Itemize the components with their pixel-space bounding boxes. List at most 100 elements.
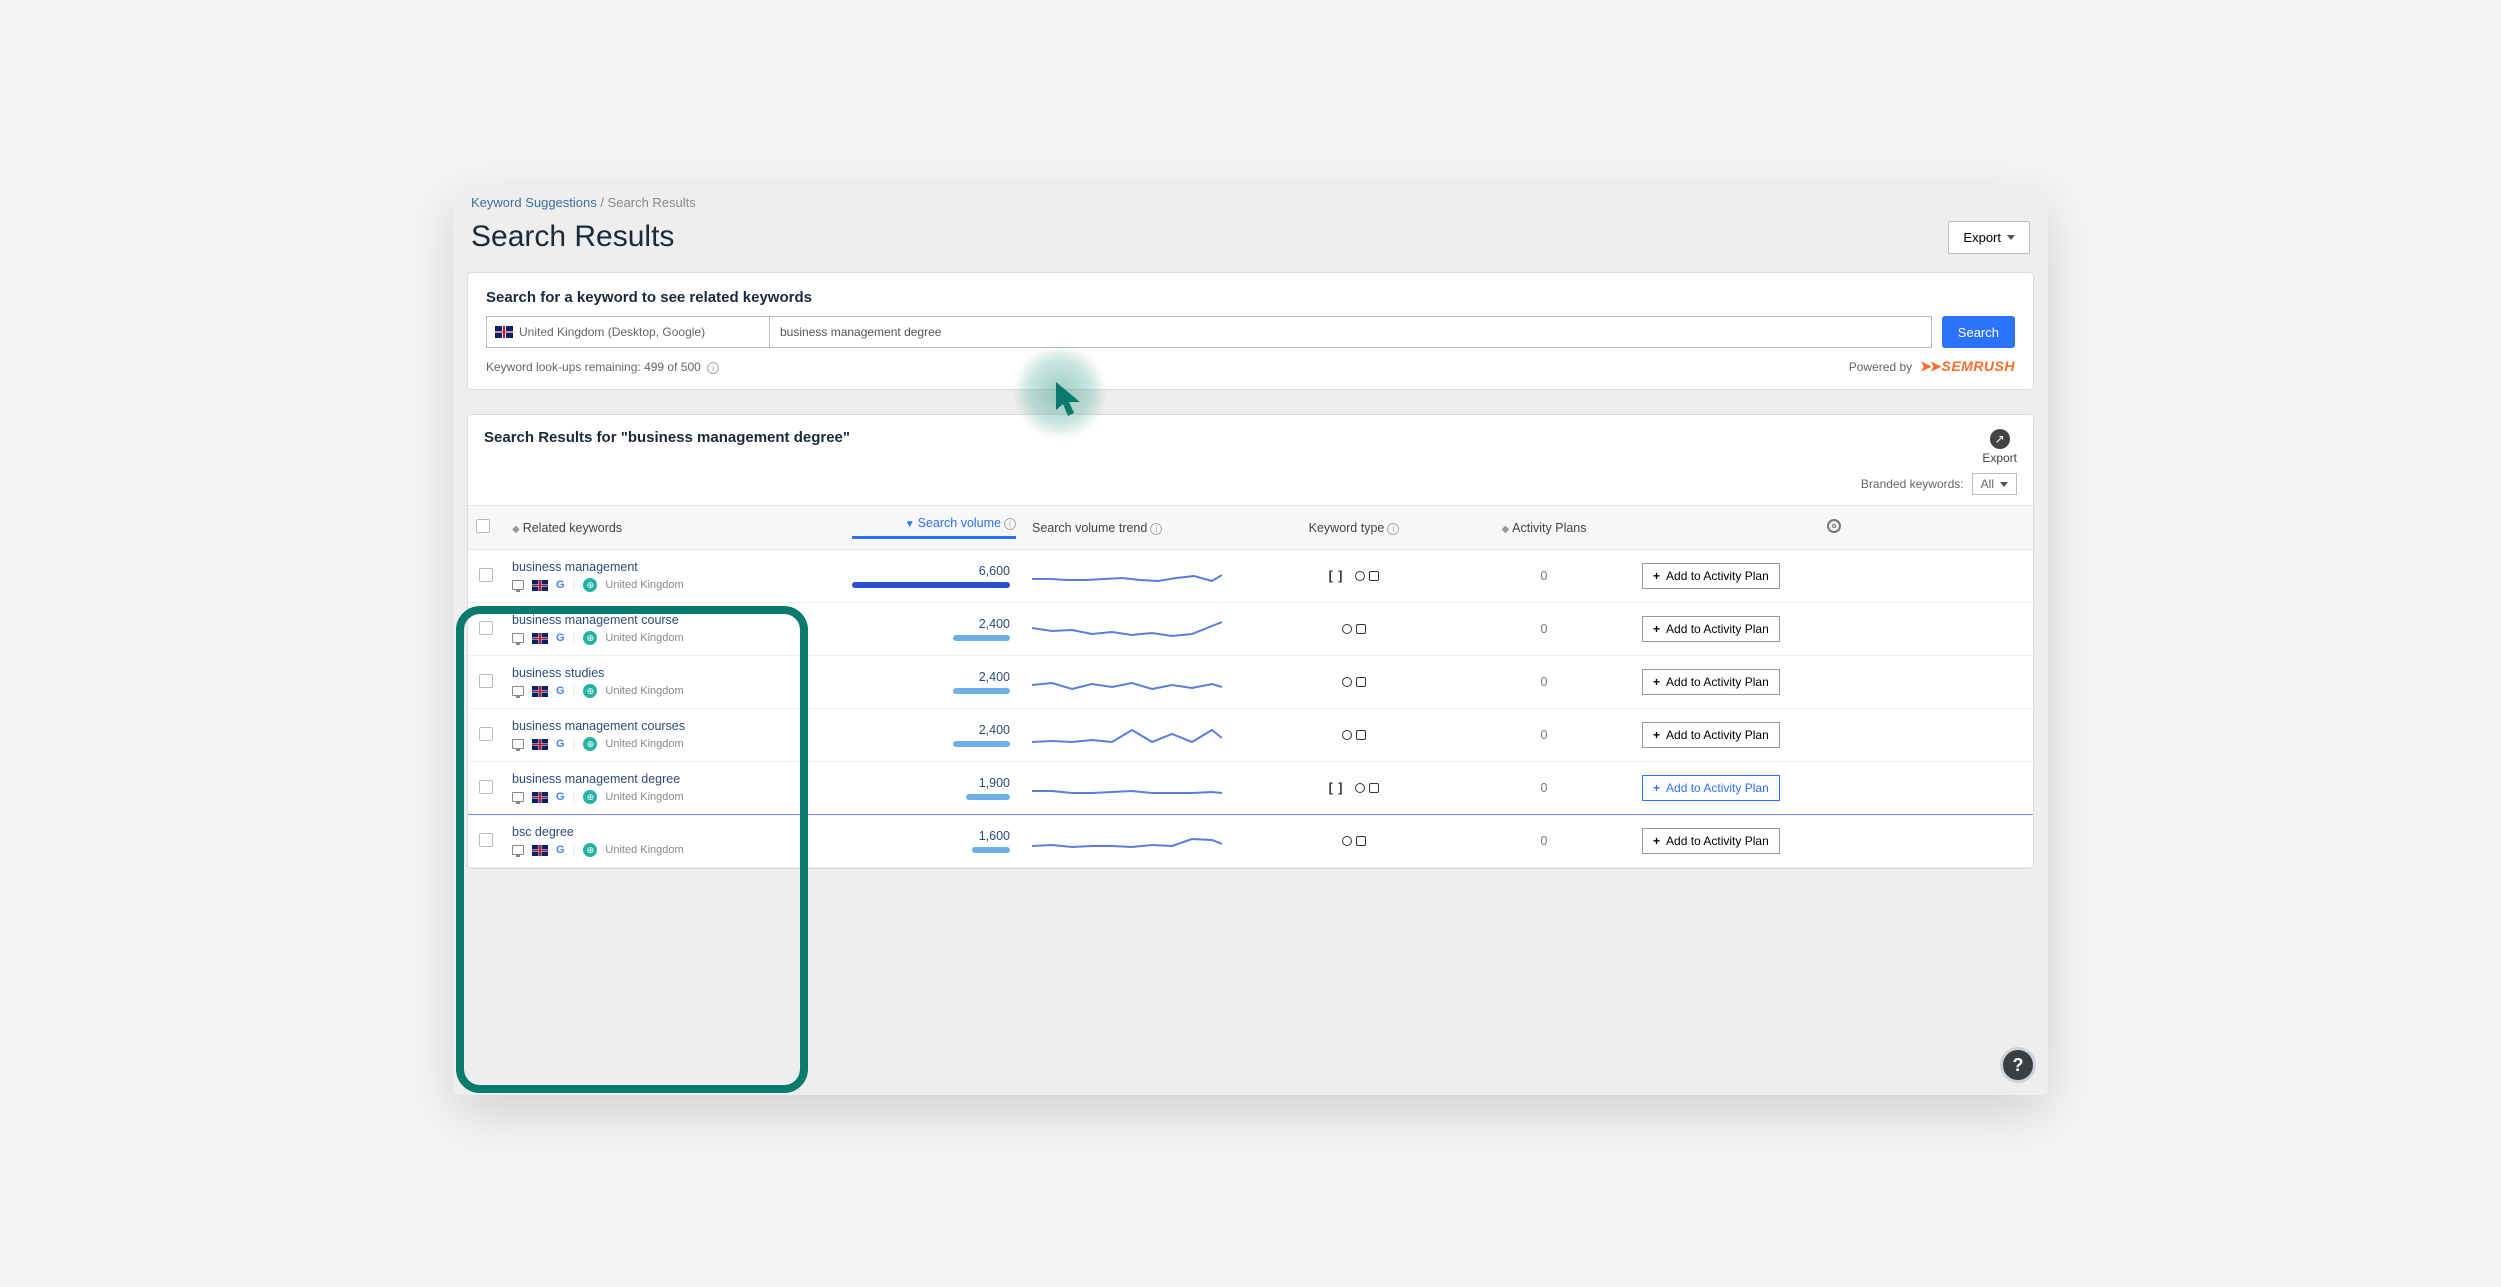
shapes-icon [1342, 730, 1366, 740]
keyword-name[interactable]: business management courses [512, 719, 836, 733]
keyword-input[interactable] [770, 316, 1932, 348]
add-to-plan-button[interactable]: +Add to Activity Plan [1642, 563, 1780, 589]
table-body: business managementG|⊕United Kingdom6,60… [468, 550, 2033, 868]
keyword-cell[interactable]: business management courseG|⊕United King… [504, 603, 844, 656]
table-head: ◆Related keywords ▼Search volumei Search… [468, 506, 2033, 550]
info-icon[interactable]: i [1387, 523, 1399, 535]
breadcrumb-parent[interactable]: Keyword Suggestions [471, 195, 597, 210]
row-checkbox[interactable] [479, 674, 493, 688]
trend-cell [1024, 656, 1254, 709]
results-head: Search Results for "business management … [468, 429, 2033, 471]
keyword-name[interactable]: business management degree [512, 772, 836, 786]
country-label: United Kingdom [605, 738, 683, 750]
globe-icon: ⊕ [583, 578, 597, 592]
breadcrumb: Keyword Suggestions / Search Results [471, 195, 2030, 210]
keyword-name[interactable]: business management [512, 560, 836, 574]
powered-label: Powered by [1849, 360, 1912, 374]
keyword-cell[interactable]: business management coursesG|⊕United Kin… [504, 709, 844, 762]
globe-icon: ⊕ [583, 790, 597, 804]
info-icon[interactable]: i [1004, 518, 1016, 530]
info-icon[interactable]: i [1150, 523, 1162, 535]
plus-icon: + [1653, 622, 1660, 636]
row-checkbox[interactable] [479, 727, 493, 741]
keyword-name[interactable]: business management course [512, 613, 836, 627]
keyword-cell[interactable]: business studies G|⊕United Kingdom [504, 656, 844, 709]
col-related[interactable]: ◆Related keywords [504, 506, 844, 550]
trend-cell [1024, 603, 1254, 656]
col-volume[interactable]: ▼Search volumei [844, 506, 1024, 550]
add-to-plan-button[interactable]: + Add to Activity Plan [1642, 616, 1780, 642]
add-to-plan-button[interactable]: +Add to Activity Plan [1642, 669, 1780, 695]
volume-bar [972, 847, 1010, 853]
keyword-cell[interactable]: business management degreeG|⊕United King… [504, 762, 844, 815]
keyword-meta: G|⊕United Kingdom [512, 684, 836, 698]
col-settings[interactable] [1634, 506, 2033, 550]
col-type[interactable]: Keyword typei [1254, 506, 1454, 550]
plans-cell: 0 [1454, 709, 1634, 762]
action-cell: +Add to Activity Plan [1634, 762, 2033, 815]
google-icon: G [556, 579, 565, 591]
add-to-plan-button[interactable]: + Add to Activity Plan [1642, 722, 1780, 748]
action-cell: + Add to Activity Plan [1634, 603, 2033, 656]
table-row: business management degreeG|⊕United King… [468, 762, 2033, 815]
lookups-text: Keyword look-ups remaining: 499 of 500 [486, 360, 701, 374]
shapes-icon [1355, 571, 1379, 581]
plus-icon: + [1653, 781, 1660, 795]
col-checkbox[interactable] [468, 506, 504, 550]
type-cell [1254, 603, 1454, 656]
info-icon[interactable]: i [707, 362, 719, 374]
keyword-cell[interactable]: bsc degreeG|⊕United Kingdom [504, 815, 844, 868]
add-label: Add to Activity Plan [1666, 728, 1769, 742]
table-row: business management courseG|⊕United King… [468, 603, 2033, 656]
locale-select[interactable]: United Kingdom (Desktop, Google) [486, 316, 770, 348]
action-cell: +Add to Activity Plan [1634, 550, 2033, 603]
add-label: Add to Activity Plan [1666, 834, 1769, 848]
volume-value: 2,400 [852, 617, 1010, 631]
globe-icon: ⊕ [583, 737, 597, 751]
add-to-plan-button[interactable]: +Add to Activity Plan [1642, 775, 1780, 801]
branded-select[interactable]: All [1972, 473, 2017, 495]
add-label: Add to Activity Plan [1666, 675, 1769, 689]
desktop-icon [512, 580, 524, 590]
search-heading: Search for a keyword to see related keyw… [486, 289, 2015, 306]
volume-value: 1,600 [852, 829, 1010, 843]
row-checkbox[interactable] [479, 780, 493, 794]
shapes-icon [1342, 677, 1366, 687]
checkbox-icon[interactable] [476, 519, 490, 533]
volume-bar [966, 794, 1010, 800]
col-plans[interactable]: ◆Activity Plans [1454, 506, 1634, 550]
col-trend[interactable]: Search volume trendi [1024, 506, 1254, 550]
trend-cell [1024, 762, 1254, 815]
chevron-down-icon [2000, 482, 2008, 487]
help-button[interactable]: ? [2000, 1047, 2036, 1083]
plus-icon: + [1653, 728, 1660, 742]
country-label: United Kingdom [605, 579, 683, 591]
add-to-plan-button[interactable]: +Add to Activity Plan [1642, 828, 1780, 854]
desktop-icon [512, 633, 524, 643]
volume-cell: 2,400 [844, 709, 1024, 762]
volume-cell: 1,600 [844, 815, 1024, 868]
keyword-meta: G|⊕United Kingdom [512, 578, 836, 592]
trend-cell [1024, 709, 1254, 762]
row-checkbox[interactable] [479, 621, 493, 635]
volume-value: 2,400 [852, 670, 1010, 684]
export-label: Export [1963, 230, 2001, 245]
row-checkbox[interactable] [479, 833, 493, 847]
export-button[interactable]: Export [1948, 221, 2030, 254]
keyword-name[interactable]: bsc degree [512, 825, 836, 839]
volume-cell: 2,400 [844, 656, 1024, 709]
bracket-icon: [ ] [1329, 781, 1344, 795]
keyword-name[interactable]: business studies [512, 666, 836, 680]
country-label: United Kingdom [605, 685, 683, 697]
col-related-label: Related keywords [523, 521, 622, 535]
page-title: Search Results [471, 220, 674, 254]
table-row: bsc degreeG|⊕United Kingdom1,6000+Add to… [468, 815, 2033, 868]
uk-flag-icon [532, 580, 548, 591]
keyword-cell[interactable]: business managementG|⊕United Kingdom [504, 550, 844, 603]
add-label: Add to Activity Plan [1666, 622, 1769, 636]
results-export[interactable]: ↗ Export [1982, 429, 2017, 465]
search-button[interactable]: Search [1942, 316, 2015, 348]
row-checkbox[interactable] [479, 568, 493, 582]
uk-flag-icon [532, 739, 548, 750]
gear-icon[interactable] [1827, 519, 1841, 533]
